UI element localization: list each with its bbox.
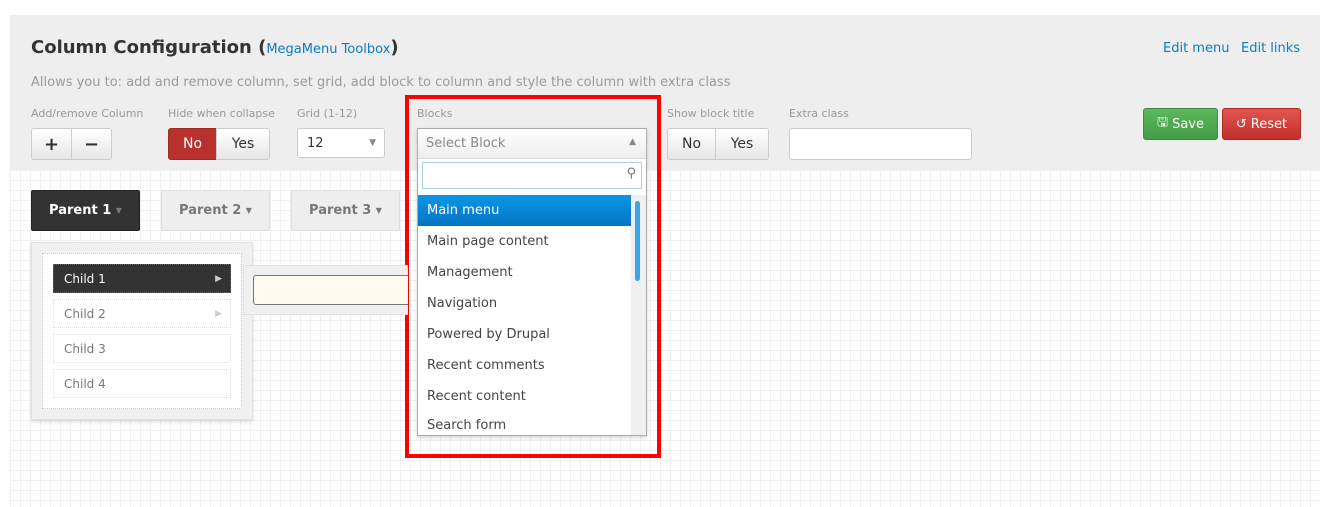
page-title: Column Configuration (MegaMenu Toolbox) [31, 37, 399, 58]
child-label: Child 3 [64, 341, 106, 356]
child-menu-item[interactable]: Child 3 [53, 334, 231, 363]
caret-right-icon: ▶ [215, 273, 222, 284]
child-menu-item[interactable]: Child 4 [53, 369, 231, 398]
save-button[interactable]: 🖫 Save [1143, 108, 1218, 140]
caret-down-icon: ▼ [375, 206, 382, 215]
parent-menu-item[interactable]: Parent 3 ▼ [291, 190, 400, 231]
show-title-label: Show block title [667, 107, 755, 120]
parent-menu-item[interactable]: Parent 1 ▼ [31, 190, 140, 231]
reset-label: Reset [1250, 116, 1288, 132]
grid-select[interactable]: 12 ▼ [297, 128, 385, 158]
add-remove-label: Add/remove Column [31, 107, 144, 120]
show-title-no-button[interactable]: No [667, 128, 716, 160]
remove-column-button[interactable]: − [71, 128, 112, 160]
child-label: Child 4 [64, 376, 106, 391]
title-text: Column Configuration [31, 37, 252, 58]
highlight-box [405, 95, 661, 458]
save-label: Save [1172, 116, 1204, 132]
edit-menu-link[interactable]: Edit menu [1163, 41, 1229, 56]
child-menu-item[interactable]: Child 1 ▶ [53, 264, 231, 293]
parent-label: Parent 3 [309, 203, 372, 218]
add-column-button[interactable]: + [31, 128, 72, 160]
caret-right-icon: ▶ [215, 308, 222, 319]
caret-down-icon: ▼ [115, 206, 122, 215]
grid-value: 12 [307, 135, 324, 151]
grid-label: Grid (1-12) [297, 107, 358, 120]
description: Allows you to: add and remove column, se… [31, 75, 731, 90]
parent-menu-item[interactable]: Parent 2 ▼ [161, 190, 270, 231]
reset-button[interactable]: ↺ Reset [1222, 108, 1301, 140]
caret-down-icon: ▼ [245, 206, 252, 215]
save-icon: 🖫 [1157, 115, 1169, 130]
hide-no-button[interactable]: No [168, 128, 217, 160]
parent-label: Parent 1 [49, 203, 112, 218]
toolbox-link[interactable]: MegaMenu Toolbox [266, 42, 390, 57]
extra-class-label: Extra class [789, 107, 849, 120]
edit-links-link[interactable]: Edit links [1241, 41, 1300, 56]
hide-yes-button[interactable]: Yes [216, 128, 270, 160]
child-label: Child 2 [64, 306, 106, 321]
hide-collapse-label: Hide when collapse [168, 107, 275, 120]
selected-column[interactable] [253, 275, 408, 305]
show-title-yes-button[interactable]: Yes [715, 128, 769, 160]
chevron-down-icon: ▼ [369, 138, 376, 148]
child-menu-item[interactable]: Child 2 ▶ [53, 299, 231, 328]
extra-class-input[interactable] [789, 128, 972, 160]
child-label: Child 1 [64, 271, 106, 286]
undo-icon: ↺ [1235, 116, 1247, 132]
parent-label: Parent 2 [179, 203, 242, 218]
